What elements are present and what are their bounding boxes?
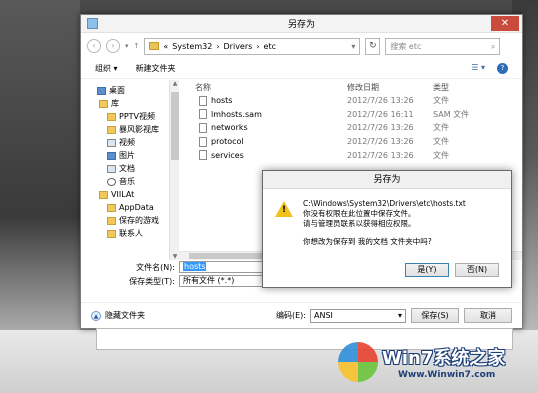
encoding-value: ANSI (314, 310, 333, 320)
breadcrumb-separator: › (216, 41, 220, 51)
navigation-bar: ‹ › ▾ ↑ « System32 › Drivers › etc ▾ ↻ 搜… (81, 33, 522, 59)
yes-button[interactable]: 是(Y) (405, 263, 449, 277)
refresh-button[interactable]: ↻ (365, 37, 381, 55)
navigation-tree: 桌面 库 PPTV视频 暴风影视库 视频 图片 文档 音乐 VIILAt App… (81, 80, 179, 260)
organize-button[interactable]: 组织 ▾ (95, 63, 118, 74)
music-icon (107, 177, 116, 186)
file-icon (199, 95, 207, 106)
column-date[interactable]: 修改日期 (347, 82, 433, 93)
recent-locations-icon[interactable]: ▾ (125, 42, 129, 50)
tree-item-videos[interactable]: 视频 (81, 136, 179, 149)
tree-item-appdata[interactable]: AppData (81, 201, 179, 214)
filename-input[interactable]: hosts (179, 261, 269, 273)
picture-icon (107, 151, 116, 160)
file-row[interactable]: services 2012/7/26 13:26 文件 (179, 148, 522, 162)
library-icon (99, 99, 108, 108)
tree-item-baofeng[interactable]: 暴风影视库 (81, 123, 179, 136)
chevron-down-icon: ▾ (397, 310, 402, 320)
tree-item-pictures[interactable]: 图片 (81, 149, 179, 162)
no-button[interactable]: 否(N) (455, 263, 499, 277)
file-icon (199, 136, 207, 147)
encoding-group: 编码(E): ANSI ▾ (276, 308, 406, 323)
encoding-label: 编码(E): (276, 311, 306, 320)
help-icon[interactable]: ? (497, 63, 508, 74)
cancel-button[interactable]: 取消 (464, 308, 512, 323)
filetype-label: 保存类型(T): (129, 276, 175, 286)
folder-icon (107, 112, 116, 121)
windows-logo-icon (338, 342, 378, 382)
view-options-icon[interactable]: ☰ ▾ (471, 63, 485, 74)
user-icon (99, 190, 108, 199)
tree-item-saved-games[interactable]: 保存的游戏 (81, 214, 179, 227)
tree-item-music[interactable]: 音乐 (81, 175, 179, 188)
file-icon (199, 122, 207, 133)
warning-text: C:\Windows\System32\Drivers\etc\hosts.tx… (303, 199, 466, 247)
column-name[interactable]: 名称 (179, 82, 347, 93)
warning-dialog-title: 另存为 (263, 171, 511, 189)
search-icon: ⌕ (490, 41, 496, 51)
warning-question: 你想改为保存到 我的文档 文件夹中吗? (303, 237, 432, 246)
folder-icon (107, 125, 116, 134)
contacts-icon (107, 229, 116, 238)
search-placeholder: 搜索 etc (390, 41, 422, 51)
column-headers: 名称 修改日期 类型 (179, 80, 522, 94)
file-icon (199, 150, 207, 161)
filetype-value: 所有文件 (*.*) (183, 276, 235, 285)
tree-item-documents[interactable]: 文档 (81, 162, 179, 175)
dialog-titlebar: 另存为 ✕ (81, 15, 522, 33)
toolbar: 组织 ▾ 新建文件夹 ☰ ▾ ? (81, 59, 522, 79)
search-input[interactable]: 搜索 etc ⌕ (385, 37, 501, 55)
scrollbar-thumb[interactable] (171, 92, 179, 160)
video-icon (107, 138, 116, 147)
watermark-title: Win7系统之家 (382, 348, 506, 369)
folder-icon (107, 203, 116, 212)
warning-path: C:\Windows\System32\Drivers\etc\hosts.tx… (303, 199, 466, 208)
address-prefix: « (163, 41, 169, 51)
folder-icon (107, 216, 116, 225)
breadcrumb-system32[interactable]: System32 (172, 42, 212, 51)
watermark-url: Www.Winwin7.com (398, 370, 496, 380)
address-bar[interactable]: « System32 › Drivers › etc ▾ (144, 37, 361, 55)
chevron-up-icon[interactable]: ▲ (91, 310, 101, 321)
new-folder-button[interactable]: 新建文件夹 (136, 63, 176, 74)
breadcrumb-etc[interactable]: etc (264, 42, 276, 51)
warning-dialog-body: ! C:\Windows\System32\Drivers\etc\hosts.… (263, 189, 511, 247)
warning-icon: ! (275, 201, 293, 217)
close-button[interactable]: ✕ (491, 16, 519, 31)
folder-icon (149, 42, 160, 50)
breadcrumb-drivers[interactable]: Drivers (224, 42, 253, 51)
forward-button[interactable]: › (106, 39, 120, 53)
file-row[interactable]: lmhosts.sam 2012/7/26 16:11 SAM 文件 (179, 108, 522, 122)
chevron-down-icon[interactable]: ▾ (351, 42, 355, 51)
column-type[interactable]: 类型 (433, 82, 493, 93)
file-row[interactable]: hosts 2012/7/26 13:26 文件 (179, 94, 522, 108)
tree-item-pptv[interactable]: PPTV视频 (81, 110, 179, 123)
breadcrumb-separator: › (256, 41, 260, 51)
filename-label: 文件名(N): (136, 262, 175, 272)
save-button[interactable]: 保存(S) (411, 308, 459, 323)
file-row[interactable]: protocol 2012/7/26 13:26 文件 (179, 135, 522, 149)
tree-scrollbar[interactable]: ▲ ▼ (169, 80, 179, 260)
site-watermark: Win7系统之家 Www.Winwin7.com (338, 342, 534, 390)
notepad-icon (87, 18, 98, 29)
dialog-title: 另存为 (287, 20, 315, 30)
warning-line-2: 请与管理员联系以获得相应权限。 (303, 219, 416, 228)
tree-item-library[interactable]: 库 (81, 97, 179, 110)
dialog-footer: ▲ 隐藏文件夹 编码(E): ANSI ▾ 保存(S) 取消 (81, 302, 522, 328)
tree-item-user[interactable]: VIILAt (81, 188, 179, 201)
permission-warning-dialog: 另存为 ! C:\Windows\System32\Drivers\etc\ho… (262, 170, 512, 288)
desktop-icon (97, 86, 106, 95)
warning-line-1: 你没有权限在此位置中保存文件。 (303, 209, 416, 218)
tree-item-contacts[interactable]: 联系人 (81, 227, 179, 240)
up-arrow-icon[interactable]: ↑ (134, 42, 140, 50)
hide-folders-button[interactable]: 隐藏文件夹 (105, 310, 145, 321)
file-icon (199, 109, 207, 120)
file-row[interactable]: networks 2012/7/26 13:26 文件 (179, 121, 522, 135)
encoding-select[interactable]: ANSI ▾ (310, 308, 406, 323)
warning-buttons: 是(Y) 否(N) (405, 263, 499, 277)
tree-item-desktop[interactable]: 桌面 (81, 84, 179, 97)
back-button[interactable]: ‹ (87, 39, 101, 53)
document-icon (107, 164, 116, 173)
filename-value: hosts (183, 262, 207, 271)
